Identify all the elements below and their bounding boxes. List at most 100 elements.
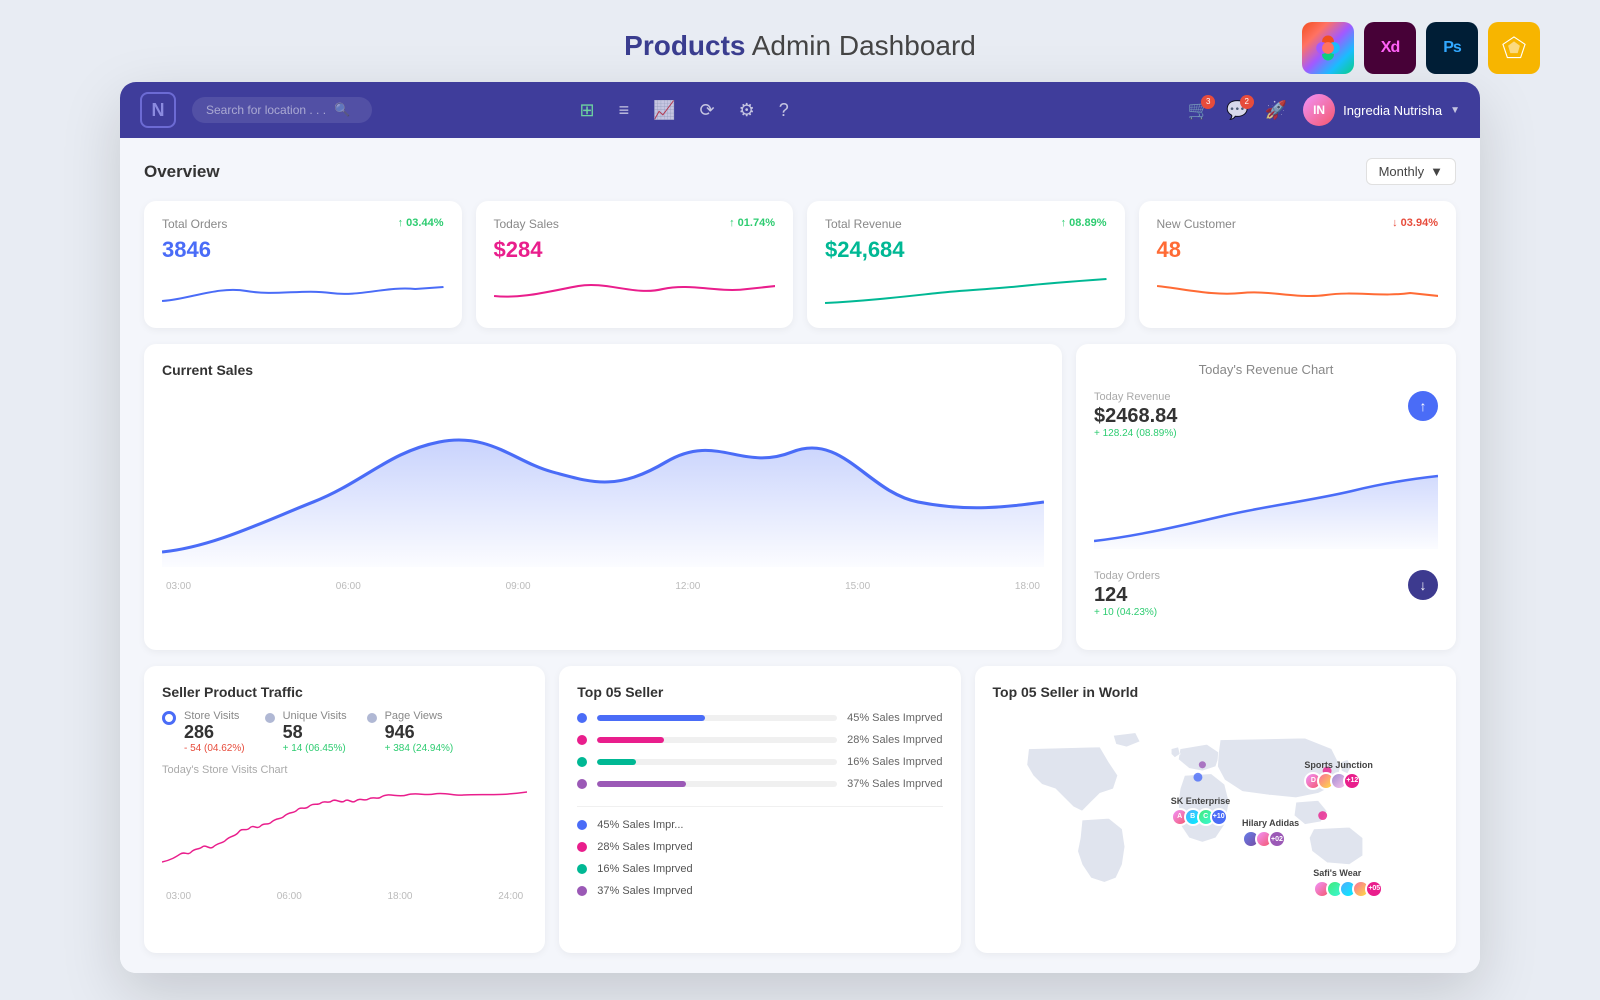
seller-bar-3 bbox=[597, 759, 635, 765]
store-visits-metric: Store Visits 286 - 54 (04.62%) bbox=[162, 710, 245, 754]
unique-visits-value: 58 bbox=[283, 722, 347, 743]
nav-notif-btn[interactable]: 🚀 bbox=[1265, 100, 1287, 121]
sales-value: $284 bbox=[494, 237, 776, 263]
seller-bar-wrap-2 bbox=[597, 737, 837, 743]
nav-search[interactable]: 🔍 bbox=[192, 97, 372, 123]
today-orders-stat: Today Orders 124 + 10 (04.23%) bbox=[1094, 570, 1160, 618]
cluster-count: +10 bbox=[1210, 808, 1228, 826]
nav-grid-icon[interactable]: ⊞ bbox=[580, 100, 595, 121]
seller-bar-wrap-1 bbox=[597, 715, 837, 721]
period-label: Monthly bbox=[1379, 164, 1425, 179]
customer-value: 48 bbox=[1157, 237, 1439, 263]
nav-user[interactable]: IN Ingredia Nutrisha ▼ bbox=[1303, 94, 1460, 126]
nav-icons-center: ⊞ ≡ 📈 ⟳ ⚙ ? bbox=[580, 100, 789, 121]
hilary-adidas-cluster: Hilary Adidas +02 bbox=[1242, 818, 1299, 848]
seller-items-list-2: 45% Sales Impr... 28% Sales Imprved 16% … bbox=[577, 806, 942, 897]
seller-dot-2 bbox=[577, 735, 587, 745]
seller-bar-1 bbox=[597, 715, 705, 721]
seller-item-8: 37% Sales Imprved bbox=[577, 885, 942, 897]
bottom-row: Seller Product Traffic Store Visits 286 … bbox=[144, 666, 1456, 953]
dashboard-window: N 🔍 ⊞ ≡ 📈 ⟳ ⚙ ? 🛒 3 💬 2 🚀 bbox=[120, 82, 1480, 973]
nav-settings-icon[interactable]: ⚙ bbox=[739, 100, 755, 121]
today-orders-change: + 10 (04.23%) bbox=[1094, 607, 1160, 618]
seller-dot-6 bbox=[577, 842, 587, 852]
page-title-bold: Products bbox=[624, 30, 745, 61]
nav-icons-right: 🛒 3 💬 2 🚀 IN Ingredia Nutrisha ▼ bbox=[1188, 94, 1460, 126]
page-views-label: Page Views bbox=[385, 710, 454, 722]
stat-cards: Total Orders ↑ 03.44% 3846 Today Sales ↑… bbox=[144, 201, 1456, 328]
revenue-up-btn[interactable]: ↑ bbox=[1408, 391, 1438, 421]
seller-dot-4 bbox=[577, 779, 587, 789]
nav-logo: N bbox=[140, 92, 176, 128]
seller-dot-1 bbox=[577, 713, 587, 723]
store-visits-label: Store Visits bbox=[184, 710, 245, 722]
sales-label: Today Sales bbox=[494, 217, 559, 231]
today-revenue-change: + 128.24 (08.89%) bbox=[1094, 428, 1177, 439]
world-map-container: SK Enterprise A B C +10 Sports Junction … bbox=[993, 710, 1439, 935]
cluster-count: +12 bbox=[1343, 772, 1361, 790]
seller-item-1: 45% Sales Imprved bbox=[577, 712, 942, 724]
page-title-light: Admin Dashboard bbox=[752, 30, 976, 61]
revenue-card: Today's Revenue Chart Today Revenue $246… bbox=[1076, 344, 1456, 650]
stat-card-revenue: Total Revenue ↑ 08.89% $24,684 bbox=[807, 201, 1125, 328]
today-orders-value: 124 bbox=[1094, 584, 1127, 606]
seller-bar-wrap-3 bbox=[597, 759, 837, 765]
dropdown-chevron-icon: ▼ bbox=[1430, 164, 1443, 179]
sk-enterprise-cluster: SK Enterprise A B C +10 bbox=[1171, 796, 1231, 826]
store-visits-change: - 54 (04.62%) bbox=[184, 743, 245, 754]
store-visits-value: 286 bbox=[184, 722, 245, 743]
cart-badge: 3 bbox=[1201, 95, 1215, 109]
orders-change: ↑ 03.44% bbox=[398, 217, 444, 229]
nav-avatar: IN bbox=[1303, 94, 1335, 126]
cluster-count: +02 bbox=[1268, 830, 1286, 848]
seller-item-7: 16% Sales Imprved bbox=[577, 863, 942, 875]
safis-wear-cluster: Safi's Wear +05 bbox=[1313, 868, 1383, 898]
orders-label: Total Orders bbox=[162, 217, 227, 231]
seller-dot-5 bbox=[577, 820, 587, 830]
store-visits-icon bbox=[162, 711, 176, 725]
seller-bar-wrap-4 bbox=[597, 781, 837, 787]
unique-visits-icon bbox=[265, 713, 275, 723]
nav-user-name: Ingredia Nutrisha bbox=[1343, 103, 1442, 118]
search-input[interactable] bbox=[206, 103, 326, 117]
customer-change: ↓ 03.94% bbox=[1392, 217, 1438, 229]
page-views-icon bbox=[367, 713, 377, 723]
traffic-card: Seller Product Traffic Store Visits 286 … bbox=[144, 666, 545, 953]
world-map-title: Top 05 Seller in World bbox=[993, 684, 1439, 700]
overview-title: Overview bbox=[144, 162, 220, 182]
page-views-change: + 384 (24.94%) bbox=[385, 743, 454, 754]
revenue-label: Total Revenue bbox=[825, 217, 902, 231]
nav-chart-icon[interactable]: 📈 bbox=[653, 100, 675, 121]
seller-item-6: 28% Sales Imprved bbox=[577, 841, 942, 853]
stat-card-customer: New Customer ↓ 03.94% 48 bbox=[1139, 201, 1457, 328]
charts-row: Current Sales 03:00 06:00 09:00 1 bbox=[144, 344, 1456, 650]
orders-value: 3846 bbox=[162, 237, 444, 263]
page-views-value: 946 bbox=[385, 722, 454, 743]
nav-chevron-icon: ▼ bbox=[1450, 105, 1460, 116]
tool-icons-area: Xd Ps bbox=[1302, 22, 1540, 74]
nav-help-icon[interactable]: ? bbox=[779, 100, 789, 121]
stat-card-orders: Total Orders ↑ 03.44% 3846 bbox=[144, 201, 462, 328]
current-sales-title: Current Sales bbox=[162, 362, 1044, 378]
overview-header: Overview Monthly ▼ bbox=[144, 158, 1456, 185]
nav-refresh-icon[interactable]: ⟳ bbox=[700, 100, 715, 121]
revenue-chart-title: Today's Revenue Chart bbox=[1094, 362, 1438, 377]
unique-visits-change: + 14 (06.45%) bbox=[283, 743, 347, 754]
orders-down-btn[interactable]: ↓ bbox=[1408, 570, 1438, 600]
top-seller-card: Top 05 Seller 45% Sales Imprved bbox=[559, 666, 960, 953]
seller-items-list: 45% Sales Imprved 28% Sales Imprved bbox=[577, 712, 942, 790]
seller-item-4: 37% Sales Imprved bbox=[577, 778, 942, 790]
nav-cart-btn[interactable]: 🛒 3 bbox=[1188, 100, 1210, 121]
traffic-title: Seller Product Traffic bbox=[162, 684, 527, 700]
navbar: N 🔍 ⊞ ≡ 📈 ⟳ ⚙ ? 🛒 3 💬 2 🚀 bbox=[120, 82, 1480, 138]
period-dropdown[interactable]: Monthly ▼ bbox=[1366, 158, 1456, 185]
today-orders-label: Today Orders bbox=[1094, 570, 1160, 582]
seller-dot-8 bbox=[577, 886, 587, 896]
unique-visits-label: Unique Visits bbox=[283, 710, 347, 722]
ps-icon: Ps bbox=[1426, 22, 1478, 74]
nav-chat-btn[interactable]: 💬 2 bbox=[1226, 100, 1248, 121]
nav-menu-icon[interactable]: ≡ bbox=[619, 100, 630, 121]
today-revenue-label: Today Revenue bbox=[1094, 391, 1177, 403]
seller-dot-7 bbox=[577, 864, 587, 874]
xd-icon: Xd bbox=[1364, 22, 1416, 74]
